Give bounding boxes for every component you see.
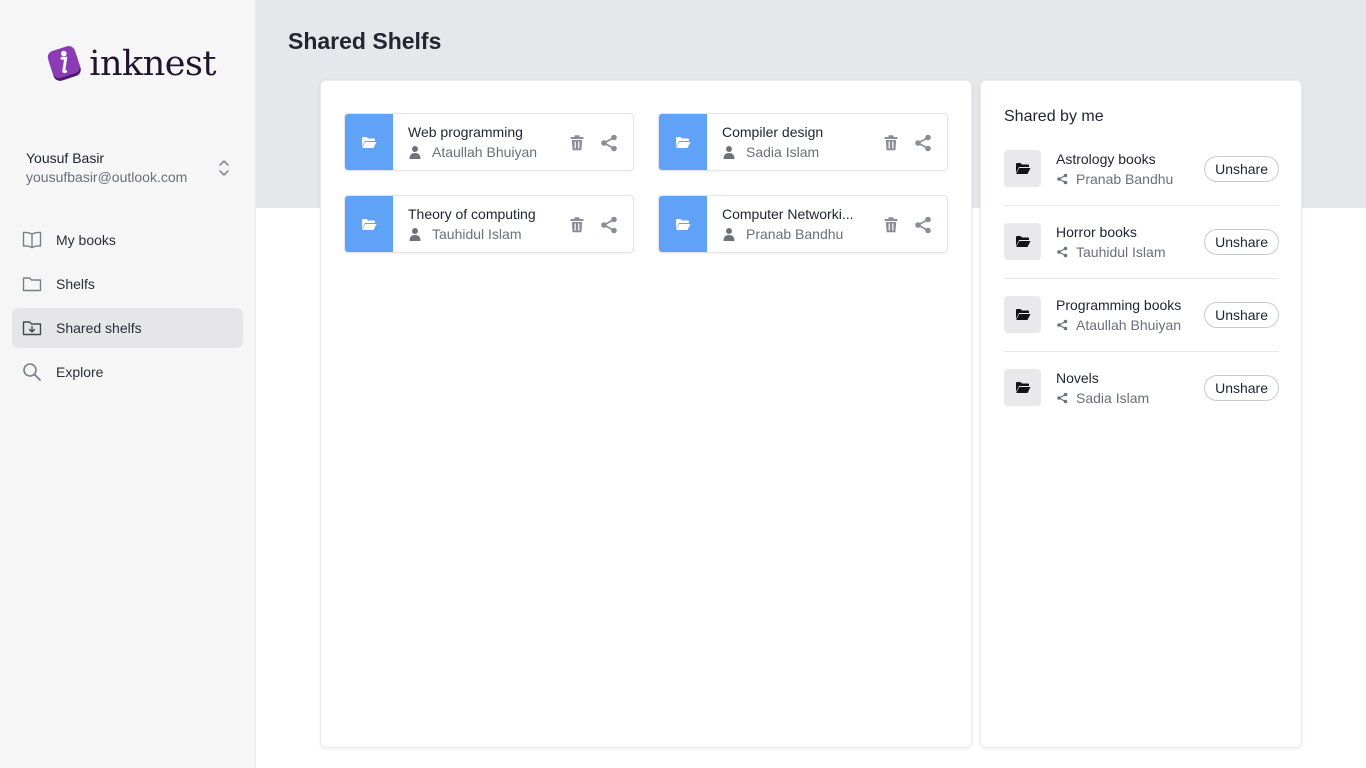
folder-open-icon — [362, 218, 377, 230]
shelf-thumbnail — [1004, 369, 1041, 406]
shelf-card[interactable]: Web programming Ataullah Bhuiyan — [344, 113, 634, 171]
logo-text: inknest — [89, 43, 216, 84]
shelf-owner: Tauhidul Islam — [432, 226, 522, 242]
shelf-name: Novels — [1056, 370, 1099, 386]
book-icon — [22, 230, 42, 250]
list-item: Programming books Ataullah Bhuiyan Unsha… — [1004, 279, 1279, 352]
user-email: yousufbasir@outlook.com — [26, 169, 188, 185]
sidebar-item-label: Shared shelfs — [56, 320, 142, 336]
shelf-card[interactable]: Computer Networki... Pranab Bandhu — [658, 195, 948, 253]
share-icon — [1057, 392, 1068, 404]
shared-by-me-panel: Shared by me Astrology books Pranab Band… — [980, 80, 1302, 748]
shelf-card[interactable]: Compiler design Sadia Islam — [658, 113, 948, 171]
share-button[interactable] — [913, 133, 933, 153]
user-icon — [409, 228, 421, 241]
shared-with-name: Ataullah Bhuiyan — [1076, 317, 1182, 333]
trash-icon — [884, 217, 898, 233]
folder-open-icon — [1015, 163, 1030, 174]
shelf-name: Theory of computing — [408, 206, 536, 222]
user-icon — [723, 146, 735, 159]
share-icon — [601, 134, 617, 152]
sidebar-nav: My books Shelfs Shared shelfs Explore — [12, 220, 243, 396]
shelf-owner: Ataullah Bhuiyan — [432, 144, 538, 160]
delete-button[interactable] — [881, 215, 901, 235]
chevron-up-down-icon — [219, 160, 229, 176]
shelf-thumbnail — [1004, 296, 1041, 333]
shelf-thumbnail — [345, 114, 393, 170]
folder-open-icon — [362, 136, 377, 148]
shared-by-me-list: Astrology books Pranab Bandhu Unshare Ho… — [1004, 133, 1279, 425]
list-item: Horror books Tauhidul Islam Unshare — [1004, 206, 1279, 279]
user-name: Yousuf Basir — [26, 150, 105, 166]
shared-with-name: Tauhidul Islam — [1076, 244, 1166, 260]
shelf-name: Horror books — [1056, 224, 1137, 240]
shelf-name: Web programming — [408, 124, 523, 140]
unshare-button[interactable]: Unshare — [1204, 156, 1279, 182]
page-title: Shared Shelfs — [288, 28, 442, 54]
shelf-thumbnail — [659, 114, 707, 170]
shelf-thumbnail — [345, 196, 393, 252]
sidebar-item-my-books[interactable]: My books — [12, 220, 243, 260]
sidebar-item-shelfs[interactable]: Shelfs — [12, 264, 243, 304]
trash-icon — [570, 217, 584, 233]
trash-icon — [570, 135, 584, 151]
shared-with-name: Pranab Bandhu — [1076, 171, 1174, 187]
shelf-thumbnail — [1004, 150, 1041, 187]
panel-title: Shared by me — [1004, 108, 1104, 125]
unshare-button[interactable]: Unshare — [1204, 375, 1279, 401]
shelf-owner: Sadia Islam — [746, 144, 820, 160]
sidebar-item-explore[interactable]: Explore — [12, 352, 243, 392]
shared-with-name: Sadia Islam — [1076, 390, 1150, 406]
share-icon — [915, 134, 931, 152]
share-button[interactable] — [599, 215, 619, 235]
shelf-owner: Pranab Bandhu — [746, 226, 844, 242]
shelf-name: Compiler design — [722, 124, 824, 140]
logo-icon — [47, 46, 81, 81]
sidebar-item-label: Shelfs — [56, 276, 95, 292]
user-icon — [723, 228, 735, 241]
folder-open-icon — [1015, 382, 1030, 393]
shelf-name: Programming books — [1056, 297, 1182, 313]
app-logo[interactable]: inknest — [46, 40, 216, 86]
shelf-thumbnail — [659, 196, 707, 252]
share-icon — [915, 216, 931, 234]
delete-button[interactable] — [567, 133, 587, 153]
unshare-button[interactable]: Unshare — [1204, 302, 1279, 328]
share-button[interactable] — [599, 133, 619, 153]
share-icon — [1057, 246, 1068, 258]
folder-icon — [22, 274, 42, 294]
shared-shelves-panel: Web programming Ataullah Bhuiyan Compile… — [320, 80, 972, 748]
sidebar-item-label: My books — [56, 232, 116, 248]
folder-open-icon — [1015, 309, 1030, 320]
share-icon — [1057, 173, 1068, 185]
delete-button[interactable] — [567, 215, 587, 235]
trash-icon — [884, 135, 898, 151]
folder-open-icon — [676, 136, 691, 148]
share-button[interactable] — [913, 215, 933, 235]
list-item: Astrology books Pranab Bandhu Unshare — [1004, 133, 1279, 206]
list-item: Novels Sadia Islam Unshare — [1004, 352, 1279, 425]
account-switcher[interactable]: Yousuf Basir yousufbasir@outlook.com — [26, 149, 230, 189]
shelf-name: Astrology books — [1056, 151, 1156, 167]
sidebar: inknest Yousuf Basir yousufbasir@outlook… — [0, 0, 256, 768]
share-icon — [1057, 319, 1068, 331]
delete-button[interactable] — [881, 133, 901, 153]
search-icon — [22, 362, 42, 382]
share-icon — [601, 216, 617, 234]
sidebar-item-shared-shelfs[interactable]: Shared shelfs — [12, 308, 243, 348]
unshare-button[interactable]: Unshare — [1204, 229, 1279, 255]
folder-open-icon — [1015, 236, 1030, 247]
shelf-thumbnail — [1004, 223, 1041, 260]
folder-download-icon — [22, 318, 42, 338]
sidebar-item-label: Explore — [56, 364, 104, 380]
folder-open-icon — [676, 218, 691, 230]
shelf-card[interactable]: Theory of computing Tauhidul Islam — [344, 195, 634, 253]
user-icon — [409, 146, 421, 159]
shelf-name: Computer Networki... — [722, 206, 854, 222]
